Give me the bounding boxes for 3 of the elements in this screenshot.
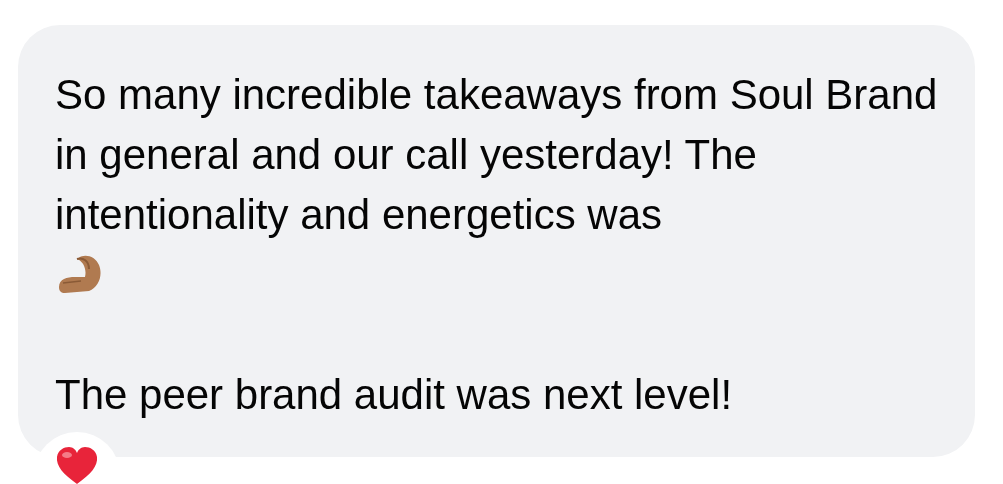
message-text: So many incredible takeaways from Soul Brand in general and our call yesterday! The intentionality and energetics was: [55, 70, 939, 240]
message-text: The peer brand audit was next level!: [55, 370, 734, 420]
heart-icon: [55, 446, 99, 484]
